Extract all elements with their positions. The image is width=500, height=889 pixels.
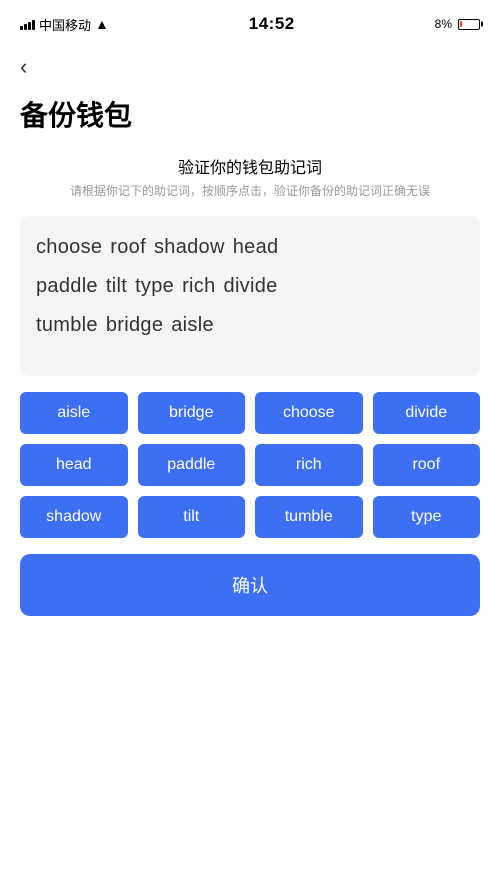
word-button-rich[interactable]: rich <box>255 444 363 486</box>
word-button-aisle[interactable]: aisle <box>20 392 128 434</box>
section-title: 验证你的钱包助记词 <box>0 154 500 178</box>
section-description: 请根据你记下的助记词，按顺序点击，验证你备份的助记词正确无误 <box>0 182 500 200</box>
back-button[interactable]: ‹ <box>0 44 500 86</box>
carrier-label: 中国移动 <box>39 15 91 34</box>
signal-icon <box>20 18 35 30</box>
confirm-button[interactable]: 确认 <box>20 554 480 616</box>
status-time: 14:52 <box>249 14 295 34</box>
word-buttons-grid: aisle bridge choose divide head paddle r… <box>20 392 480 538</box>
back-arrow-icon: ‹ <box>20 54 27 79</box>
word-button-paddle[interactable]: paddle <box>138 444 246 486</box>
word-display-row-3: tumble bridge aisle <box>36 314 464 337</box>
word-display-area: choose roof shadow head paddle tilt type… <box>20 216 480 376</box>
display-word-shadow: shadow <box>154 236 225 259</box>
battery-icon <box>458 19 480 30</box>
word-button-tilt[interactable]: tilt <box>138 496 246 538</box>
word-button-shadow[interactable]: shadow <box>20 496 128 538</box>
status-right: 8% <box>435 17 480 31</box>
word-button-choose[interactable]: choose <box>255 392 363 434</box>
word-button-head[interactable]: head <box>20 444 128 486</box>
display-word-rich: rich <box>182 275 215 298</box>
display-word-tilt: tilt <box>106 275 127 298</box>
confirm-section: 确认 <box>20 554 480 616</box>
display-word-bridge: bridge <box>106 314 163 337</box>
word-button-divide[interactable]: divide <box>373 392 481 434</box>
display-word-paddle: paddle <box>36 275 98 298</box>
display-word-tumble: tumble <box>36 314 98 337</box>
word-button-bridge[interactable]: bridge <box>138 392 246 434</box>
status-bar: 中国移动 ▲ 14:52 8% <box>0 0 500 44</box>
word-display-row-1: choose roof shadow head <box>36 236 464 259</box>
page-title: 备份钱包 <box>0 86 500 154</box>
word-button-tumble[interactable]: tumble <box>255 496 363 538</box>
word-button-type[interactable]: type <box>373 496 481 538</box>
display-word-aisle: aisle <box>171 314 214 337</box>
status-left: 中国移动 ▲ <box>20 15 109 34</box>
display-word-type: type <box>135 275 174 298</box>
battery-percent: 8% <box>435 17 452 31</box>
display-word-roof: roof <box>110 236 146 259</box>
display-word-head: head <box>233 236 279 259</box>
word-button-roof[interactable]: roof <box>373 444 481 486</box>
wifi-icon: ▲ <box>95 16 109 32</box>
word-buttons-section: aisle bridge choose divide head paddle r… <box>20 392 480 538</box>
display-word-divide: divide <box>224 275 278 298</box>
section-header: 验证你的钱包助记词 请根据你记下的助记词，按顺序点击，验证你备份的助记词正确无误 <box>0 154 500 200</box>
display-word-choose: choose <box>36 236 102 259</box>
word-display-row-2: paddle tilt type rich divide <box>36 275 464 298</box>
